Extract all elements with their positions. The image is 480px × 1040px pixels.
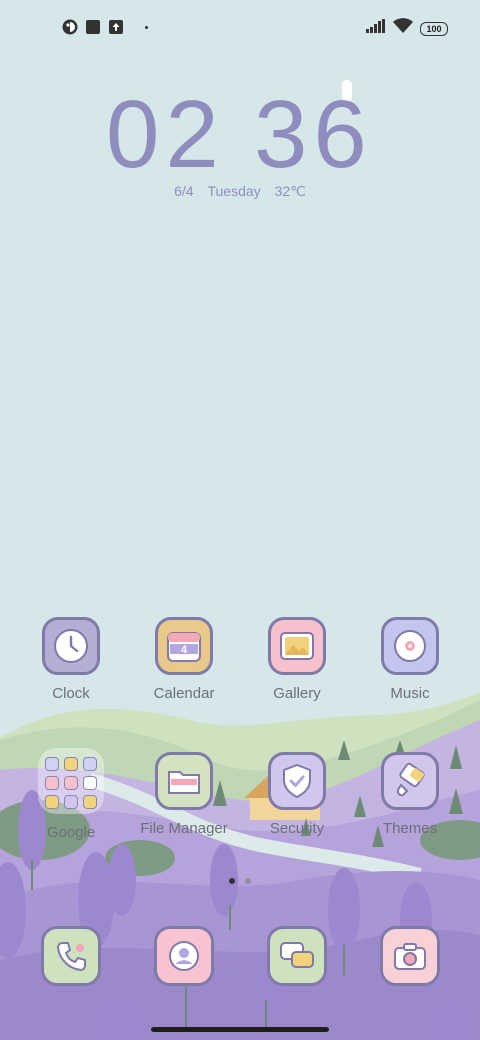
app-label: Security xyxy=(269,820,325,837)
dock-contacts[interactable] xyxy=(154,926,214,986)
shield-icon xyxy=(268,752,326,810)
app-file-manager[interactable]: File Manager xyxy=(129,752,239,837)
more-dot-icon xyxy=(145,25,148,29)
status-bar: 100 xyxy=(0,0,480,56)
dock-messages[interactable] xyxy=(267,926,327,986)
battery-icon: 100 xyxy=(420,21,448,36)
temperature-text: 32℃ xyxy=(274,183,306,199)
app-clock[interactable]: Clock xyxy=(16,617,126,702)
app-label: File Manager xyxy=(140,820,228,837)
signal-icon xyxy=(366,19,386,38)
file-manager-icon xyxy=(155,752,213,810)
clock-hour: 02 xyxy=(106,81,225,188)
clock-icon xyxy=(42,617,100,675)
phone-icon xyxy=(41,926,101,986)
app-security[interactable]: Security xyxy=(242,752,352,837)
app-label: Google xyxy=(46,824,96,841)
date-text: 6/4 xyxy=(174,183,194,199)
date-weather-line[interactable]: 6/4 Tuesday 32℃ xyxy=(0,183,480,200)
calendar-day: 4 xyxy=(181,644,188,656)
app-label: Gallery xyxy=(273,685,321,702)
app-music[interactable]: Music xyxy=(355,617,465,702)
music-disc-icon xyxy=(381,617,439,675)
clock-widget[interactable]: 02 36 xyxy=(0,80,480,188)
app-label: Music xyxy=(390,685,430,702)
stop-square-icon xyxy=(85,19,101,35)
folder-icon xyxy=(38,748,104,814)
page-dot-2 xyxy=(245,878,251,884)
messages-icon xyxy=(267,926,327,986)
notification-icons xyxy=(62,19,148,35)
clock-time: 02 36 xyxy=(106,80,376,188)
gallery-icon xyxy=(268,617,326,675)
app-label: Calendar xyxy=(153,685,215,702)
app-gallery[interactable]: Gallery xyxy=(242,617,352,702)
camera-icon xyxy=(380,926,440,986)
app-label: Clock xyxy=(52,685,90,702)
dock-phone[interactable] xyxy=(41,926,101,986)
page-indicator xyxy=(0,878,480,884)
clock-minute: 36 xyxy=(254,81,373,188)
home-gesture-bar[interactable] xyxy=(151,1027,329,1032)
app-themes[interactable]: Themes xyxy=(355,752,465,837)
page-dot-1 xyxy=(229,878,235,884)
folder-google[interactable]: Google xyxy=(16,748,126,841)
app-calendar[interactable]: 4 Calendar xyxy=(129,617,239,702)
app-notification-icon xyxy=(62,19,78,35)
app-label: Themes xyxy=(382,820,438,837)
contacts-icon xyxy=(154,926,214,986)
system-indicators: 100 xyxy=(366,18,448,39)
paintbrush-icon xyxy=(381,752,439,810)
calendar-icon: 4 xyxy=(155,617,213,675)
wifi-icon xyxy=(392,18,414,39)
weekday-text: Tuesday xyxy=(207,183,261,199)
upload-icon xyxy=(108,19,124,35)
dock-camera[interactable] xyxy=(380,926,440,986)
